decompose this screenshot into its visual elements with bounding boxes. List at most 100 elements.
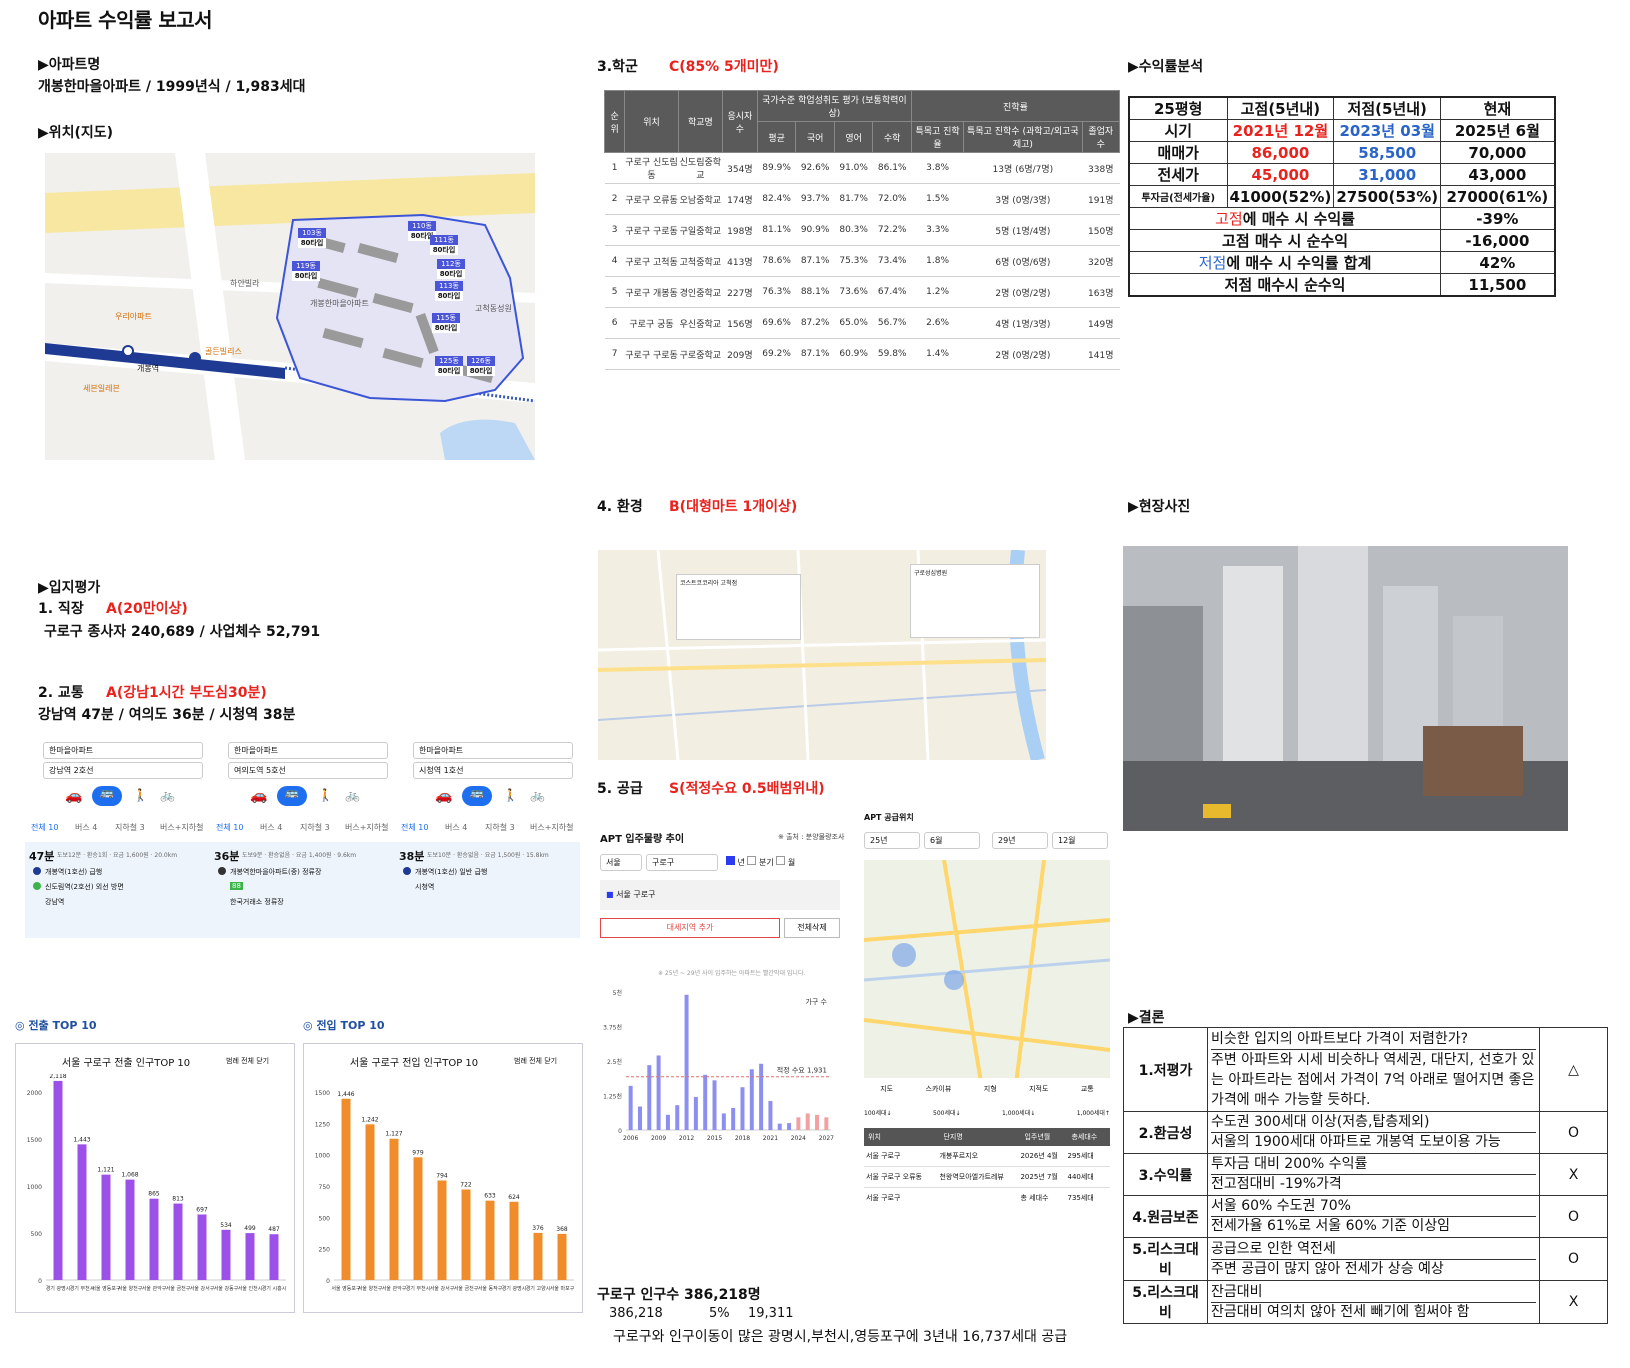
map-tab[interactable]: 교통 xyxy=(1081,1084,1094,1094)
map-tab[interactable]: 지적도 xyxy=(1029,1084,1048,1094)
x-tick-label: 2012 xyxy=(679,1135,694,1142)
car-icon[interactable]: 🚗 xyxy=(65,788,82,804)
route-tab[interactable]: 전체 10 xyxy=(401,822,428,833)
route-tab[interactable]: 버스+지하철 xyxy=(160,822,204,833)
col-header: 특목고 진학율 xyxy=(910,121,965,153)
profit-high: 41000(52%) xyxy=(1226,185,1335,208)
route-from[interactable]: 한마을아파트 xyxy=(43,742,203,759)
x-tick-label: 서울 영등포구 xyxy=(91,1285,121,1292)
add-region-button[interactable]: 대세지역 추가 xyxy=(600,918,780,938)
bar xyxy=(777,1123,782,1130)
criteria-label: 1.저평가 xyxy=(1123,1027,1208,1112)
car-icon[interactable]: 🚗 xyxy=(250,788,267,804)
legend-item: 500세대↓ xyxy=(933,1110,961,1117)
end-year-select[interactable]: 29년 xyxy=(992,832,1048,849)
bar xyxy=(341,1098,351,1280)
route-tab[interactable]: 전체 10 xyxy=(31,822,58,833)
table-cell: 87.1% xyxy=(795,338,835,370)
route-tab[interactable]: 버스 4 xyxy=(75,822,97,833)
route-tab[interactable]: 지하철 3 xyxy=(300,822,330,833)
route-panel: 한마을아파트 여의도역 5호선 🚗 🚌 🚶 🚲 전체 10 버스 4 지하철 3… xyxy=(210,738,395,938)
route-to[interactable]: 강남역 2호선 xyxy=(43,762,203,779)
profit-low: 2023년 03월 xyxy=(1333,119,1442,142)
region-select[interactable]: 서울 xyxy=(600,854,642,871)
checkbox-checked-icon[interactable] xyxy=(726,856,735,865)
checkbox-icon[interactable] xyxy=(776,856,786,865)
traffic-text: 강남역 47분 / 여의도 36분 / 시청역 38분 xyxy=(38,707,296,723)
bike-icon[interactable]: 🚲 xyxy=(160,788,175,802)
profit-summary-label: 저점 매수시 순수익 xyxy=(1128,273,1442,297)
walk-icon[interactable]: 🚶 xyxy=(318,788,333,802)
route-tab[interactable]: 버스 4 xyxy=(260,822,282,833)
route-result[interactable]: 38분 도보10분 · 환승없음 · 요금 1,500원 · 15.8km 개봉… xyxy=(395,842,580,938)
route-tab[interactable]: 버스 4 xyxy=(445,822,467,833)
bus-icon[interactable]: 🚌 xyxy=(277,786,307,806)
dong-tag: 111동 xyxy=(430,235,458,245)
map-tab[interactable]: 지형 xyxy=(984,1084,997,1094)
y-tick-label: 1.25천 xyxy=(603,1093,622,1101)
map-label: 우리아파트 xyxy=(115,312,152,321)
table-cell: 4명 (1명/3명) xyxy=(963,307,1083,339)
route-tab[interactable]: 버스+지하철 xyxy=(530,822,574,833)
bike-icon[interactable]: 🚲 xyxy=(345,788,360,802)
start-year-select[interactable]: 25년 xyxy=(864,832,920,849)
location-map[interactable]: 개봉역 고척동성원 개봉한마을아파트 세븐일레븐 골든빌리스 우리아파트 하얀빌… xyxy=(45,153,536,460)
map-tab[interactable]: 스카이뷰 xyxy=(926,1084,952,1094)
bar xyxy=(53,1080,63,1280)
route-step: 강남역 xyxy=(45,898,65,906)
delete-all-button[interactable]: 전체삭제 xyxy=(784,918,840,938)
bar xyxy=(749,1069,754,1130)
route-from[interactable]: 한마을아파트 xyxy=(228,742,388,759)
supply-map[interactable]: 지도 스카이뷰 지형 지적도 교통 xyxy=(863,859,1111,1101)
table-cell: 413명 xyxy=(722,245,758,277)
start-month-select[interactable]: 6월 xyxy=(924,832,980,849)
bike-icon[interactable]: 🚲 xyxy=(530,788,545,802)
table-row: 1 구로구 신도림동 신도림중학교 354명 89.9% 92.6% 91.0% 86.1% 3… xyxy=(604,152,1120,184)
route-tab[interactable]: 전체 10 xyxy=(216,822,243,833)
car-icon[interactable]: 🚗 xyxy=(435,788,452,804)
route-result[interactable]: 47분 도보12분 · 환승1회 · 요금 1,600원 · 20.0km 개봉… xyxy=(25,842,210,938)
series-marker-icon: ■ xyxy=(606,890,617,899)
route-tab[interactable]: 지하철 3 xyxy=(485,822,515,833)
tab-quarter[interactable]: 분기 xyxy=(759,858,774,867)
inflow-menu[interactable]: 범례 전체 닫기 xyxy=(514,1056,557,1066)
checkbox-icon[interactable] xyxy=(747,856,757,865)
route-result[interactable]: 36분 도보9분 · 환승없음 · 요금 1,400원 · 9.6km 개봉역한… xyxy=(210,842,395,938)
table-cell: 75.3% xyxy=(834,245,873,277)
route-to[interactable]: 여의도역 5호선 xyxy=(228,762,388,779)
route-step: 한국거래소 정류장 xyxy=(230,898,284,906)
x-tick-label: 서울 강서구 xyxy=(190,1285,215,1292)
bus-stop-icon xyxy=(218,867,226,875)
bar-value-label: 794 xyxy=(436,1172,448,1179)
y-tick-label: 1500 xyxy=(315,1090,330,1097)
table-cell: 156명 xyxy=(722,307,758,339)
end-month-select[interactable]: 12월 xyxy=(1052,832,1108,849)
table-cell: 3 xyxy=(604,214,625,246)
bar-value-label: 368 xyxy=(556,1226,568,1233)
y-tick-label: 1250 xyxy=(315,1121,330,1128)
outflow-menu[interactable]: 범례 전체 닫기 xyxy=(226,1056,269,1066)
tab-year[interactable]: 년 xyxy=(738,858,745,867)
route-from[interactable]: 한마을아파트 xyxy=(413,742,573,759)
supply-note: ※ 25년 ~ 29년 사이 입주하는 아파트는 빨간막대 입니다. xyxy=(658,970,806,977)
bus-icon[interactable]: 🚌 xyxy=(462,786,492,806)
map-popup[interactable]: 코스트코코리아 고척점 xyxy=(676,574,801,640)
pop-line1: 구로구 인구수 386,218명 xyxy=(597,1287,761,1303)
walk-icon[interactable]: 🚶 xyxy=(133,788,148,802)
route-detail: 도보12분 · 환승1회 · 요금 1,600원 · 20.0km xyxy=(57,852,178,859)
route-to[interactable]: 시청역 1호선 xyxy=(413,762,573,779)
district-select[interactable]: 구로구 xyxy=(646,854,718,871)
tab-month[interactable]: 월 xyxy=(788,858,795,867)
map-tab[interactable]: 지도 xyxy=(880,1084,893,1094)
x-tick-label: 서울 강서구 xyxy=(430,1285,455,1292)
line2-icon xyxy=(33,882,41,890)
bus-icon[interactable]: 🚌 xyxy=(92,786,122,806)
map-popup[interactable]: 구로성심병원 xyxy=(910,564,1040,638)
route-tab[interactable]: 버스+지하철 xyxy=(345,822,389,833)
route-tab[interactable]: 지하철 3 xyxy=(115,822,145,833)
walk-icon[interactable]: 🚶 xyxy=(503,788,518,802)
env-map[interactable]: 코스트코코리아 고척점 구로성심병원 xyxy=(597,549,1047,762)
criteria-line: 비슷한 입지의 아파트보다 가격이 저렴한가? xyxy=(1211,1029,1536,1050)
table-cell: 87.1% xyxy=(795,245,835,277)
route-step: 신도림역(2호선) 외선 방면 xyxy=(45,883,124,891)
